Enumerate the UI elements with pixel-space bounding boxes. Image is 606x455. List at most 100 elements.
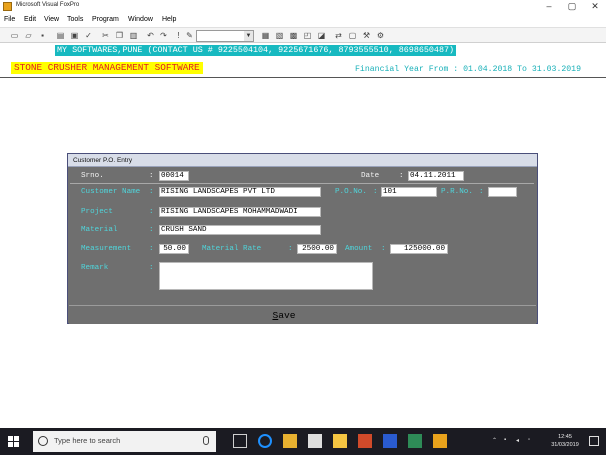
windows-taskbar: Type here to search ⌃ ▪ ◂ ▫ 12:45 31/03/…: [0, 428, 606, 455]
modify-form-icon[interactable]: ✎: [184, 30, 195, 41]
financial-year-text: Financial Year From : 01.04.2018 To 31.0…: [355, 65, 582, 74]
windows-start-icon[interactable]: [8, 436, 20, 448]
table-icon[interactable]: ▩: [288, 30, 299, 41]
save-icon[interactable]: ▪: [37, 30, 48, 41]
date-label: Date: [361, 172, 380, 180]
toolbar-combo[interactable]: ▼: [196, 30, 254, 42]
task-view-icon[interactable]: [233, 434, 247, 448]
remark-textarea[interactable]: [159, 262, 373, 290]
date-field[interactable]: 04.11.2011: [408, 171, 464, 181]
copy-icon[interactable]: ❐: [114, 30, 125, 41]
filter-icon[interactable]: ◪: [316, 30, 327, 41]
debugger-icon[interactable]: ⚒: [361, 30, 372, 41]
remark-colon: :: [149, 264, 154, 272]
date-colon: :: [399, 172, 404, 180]
print-preview-icon[interactable]: ▣: [69, 30, 80, 41]
file-explorer-icon[interactable]: [283, 434, 297, 448]
form-wizard-icon[interactable]: ▦: [260, 30, 271, 41]
dialog-title: Customer P.O. Entry: [68, 154, 537, 167]
menu-file[interactable]: File: [4, 16, 15, 23]
standard-toolbar: ▭ ▱ ▪ ▤ ▣ ✓ ✂ ❐ ▥ ↶ ↷ ! ✎ ▼ ▦ ▧ ▩ ◰ ◪ ⇄ …: [0, 27, 606, 43]
tools-icon[interactable]: ⚙: [375, 30, 386, 41]
material-rate-field[interactable]: 2500.00: [297, 244, 337, 254]
amount-field[interactable]: 125000.00: [390, 244, 448, 254]
foxpro-app-icon: [3, 2, 12, 11]
excel-icon[interactable]: [408, 434, 422, 448]
chevron-down-icon[interactable]: ▼: [244, 31, 253, 41]
customer-name-field[interactable]: RISING LANDSCAPES PVT LTD: [159, 187, 321, 197]
open-folder-icon[interactable]: ▱: [23, 30, 34, 41]
notification-icon[interactable]: [589, 436, 599, 446]
row-separator: [70, 183, 534, 184]
paste-icon[interactable]: ▥: [128, 30, 139, 41]
amount-colon: :: [381, 245, 386, 253]
desktop-screen: Microsoft Visual FoxPro – ▢ ✕ File Edit …: [0, 0, 606, 455]
project-field[interactable]: RISING LANDSCAPES MOHAMMADWADI: [159, 207, 321, 217]
software-title: STONE CRUSHER MANAGEMENT SOFTWARE: [11, 62, 203, 74]
remark-label: Remark: [81, 264, 109, 272]
srno-colon: :: [149, 172, 154, 180]
browse-icon[interactable]: ◰: [302, 30, 313, 41]
save-button[interactable]: Save: [249, 309, 319, 323]
pr-no-colon: :: [479, 188, 484, 196]
srno-field[interactable]: 00014: [159, 171, 189, 181]
window-title: Microsoft Visual FoxPro: [16, 2, 80, 8]
run-icon[interactable]: !: [173, 30, 184, 41]
amount-label: Amount: [345, 245, 373, 253]
customer-name-colon: :: [149, 188, 154, 196]
measurement-field[interactable]: 50.00: [159, 244, 189, 254]
pr-no-label: P.R.No.: [441, 188, 473, 196]
cortana-icon: [38, 436, 48, 446]
pr-no-field[interactable]: [488, 187, 517, 197]
chevron-up-icon[interactable]: ⌃: [492, 437, 497, 444]
taskbar-search-box[interactable]: Type here to search: [33, 431, 216, 452]
close-button[interactable]: ✕: [584, 0, 606, 14]
volume-icon[interactable]: ◂: [516, 437, 519, 444]
header-divider: [0, 77, 606, 78]
taskbar-clock[interactable]: 12:45 31/03/2019: [548, 433, 582, 449]
srno-label: Srno.: [81, 172, 104, 180]
menu-edit[interactable]: Edit: [24, 16, 36, 23]
undo-icon[interactable]: ↶: [145, 30, 156, 41]
material-rate-label: Material Rate: [202, 245, 262, 253]
search-placeholder: Type here to search: [54, 436, 121, 445]
menu-program[interactable]: Program: [92, 16, 119, 23]
foxpro-taskbar-icon[interactable]: [433, 434, 447, 448]
company-banner: MY SOFTWARES,PUNE (CONTACT US # 92255041…: [55, 45, 457, 56]
menu-tools[interactable]: Tools: [67, 16, 83, 23]
new-file-icon[interactable]: ▭: [9, 30, 20, 41]
report-icon[interactable]: ▧: [274, 30, 285, 41]
properties-icon[interactable]: ⇄: [333, 30, 344, 41]
microphone-icon[interactable]: [203, 436, 209, 445]
customer-name-label: Customer Name: [81, 188, 141, 196]
language-icon[interactable]: ▫: [528, 437, 530, 443]
command-window-icon[interactable]: ▢: [347, 30, 358, 41]
store-icon[interactable]: [308, 434, 322, 448]
word-icon[interactable]: [383, 434, 397, 448]
cut-icon[interactable]: ✂: [100, 30, 111, 41]
dialog-button-bar: Save: [69, 305, 536, 324]
spelling-icon[interactable]: ✓: [83, 30, 94, 41]
dialog-body: Srno. : 00014 Date : 04.11.2011 Customer…: [69, 168, 536, 324]
sticky-notes-icon[interactable]: [333, 434, 347, 448]
menu-bar: File Edit View Tools Program Window Help: [0, 14, 606, 26]
save-label: ave: [278, 310, 296, 321]
measurement-colon: :: [149, 245, 154, 253]
maximize-button[interactable]: ▢: [561, 0, 583, 14]
material-field[interactable]: CRUSH SAND: [159, 225, 321, 235]
material-rate-colon: :: [288, 245, 293, 253]
project-label: Project: [81, 208, 113, 216]
network-icon[interactable]: ▪: [504, 437, 506, 443]
menu-window[interactable]: Window: [128, 16, 153, 23]
office-icon[interactable]: [358, 434, 372, 448]
menu-view[interactable]: View: [44, 16, 59, 23]
po-no-label: P.O.No.: [335, 188, 367, 196]
po-no-field[interactable]: 101: [381, 187, 437, 197]
edge-browser-icon[interactable]: [258, 434, 272, 448]
redo-icon[interactable]: ↷: [158, 30, 169, 41]
menu-help[interactable]: Help: [162, 16, 176, 23]
window-titlebar: Microsoft Visual FoxPro – ▢ ✕: [0, 0, 606, 14]
material-label: Material: [81, 226, 118, 234]
print-icon[interactable]: ▤: [55, 30, 66, 41]
minimize-button[interactable]: –: [538, 0, 560, 14]
